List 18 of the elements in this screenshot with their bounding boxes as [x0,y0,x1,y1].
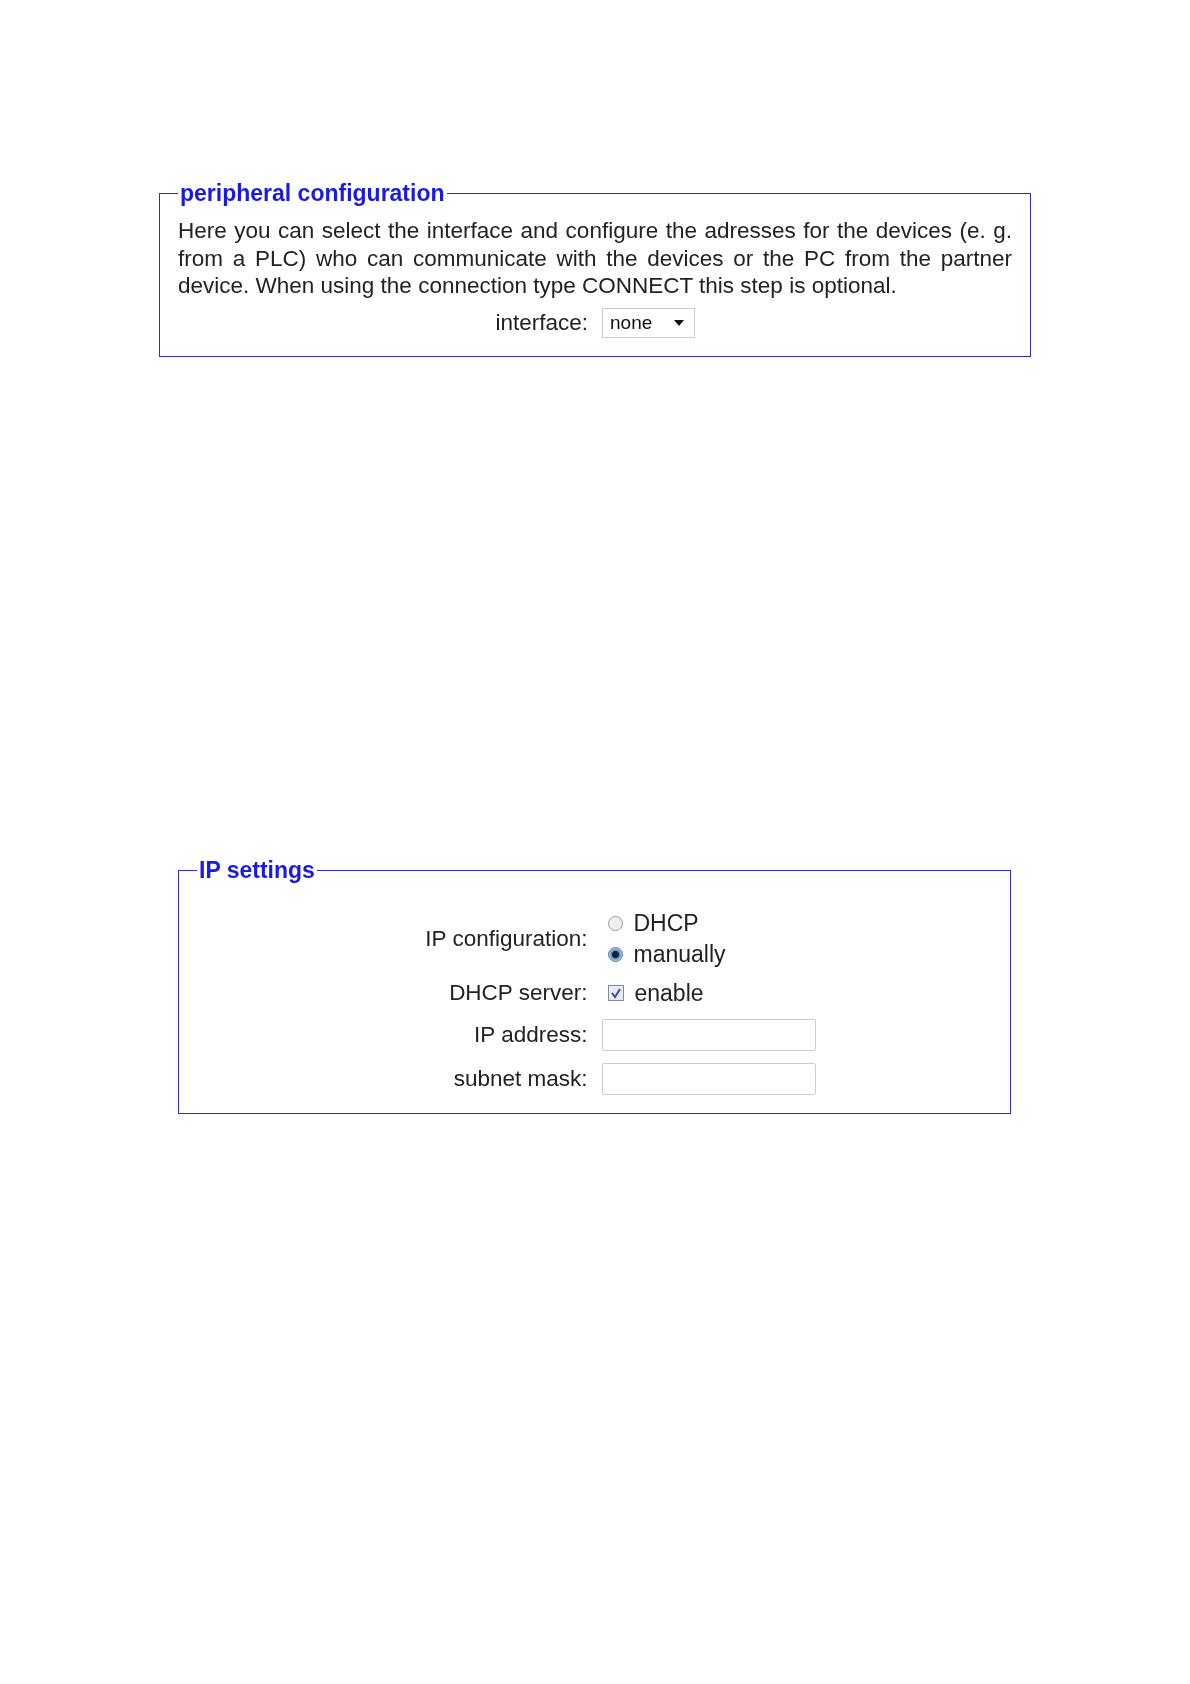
field-label: subnet mask: [453,1065,588,1092]
caret-icon [674,319,685,326]
input-field[interactable] [601,1018,816,1051]
description-text: Here you can select the interface and configure the adresses for the devices (e. g. from a PLC) who can communicate with the devices or the PC from the partner device. When using the connection type CONNECT this step is optional. [178,217,1012,300]
field-label: IP address: [474,1021,588,1048]
radio-label: DHCP [633,909,699,937]
input-field[interactable] [601,1062,816,1095]
radio-button[interactable] [607,915,623,931]
panel-title: peripheral configuration [179,180,446,207]
radio-button[interactable] [607,946,623,962]
checkbox-label: enable [634,979,704,1007]
radio-label: manually [633,940,726,968]
field-label: IP configuration: [425,925,588,952]
interface-dropdown[interactable]: none [602,307,696,338]
field-label: interface: [495,309,588,336]
checkbox[interactable] [607,985,624,1001]
field-label: DHCP server: [449,980,588,1006]
panel-title: IP settings [198,856,316,884]
